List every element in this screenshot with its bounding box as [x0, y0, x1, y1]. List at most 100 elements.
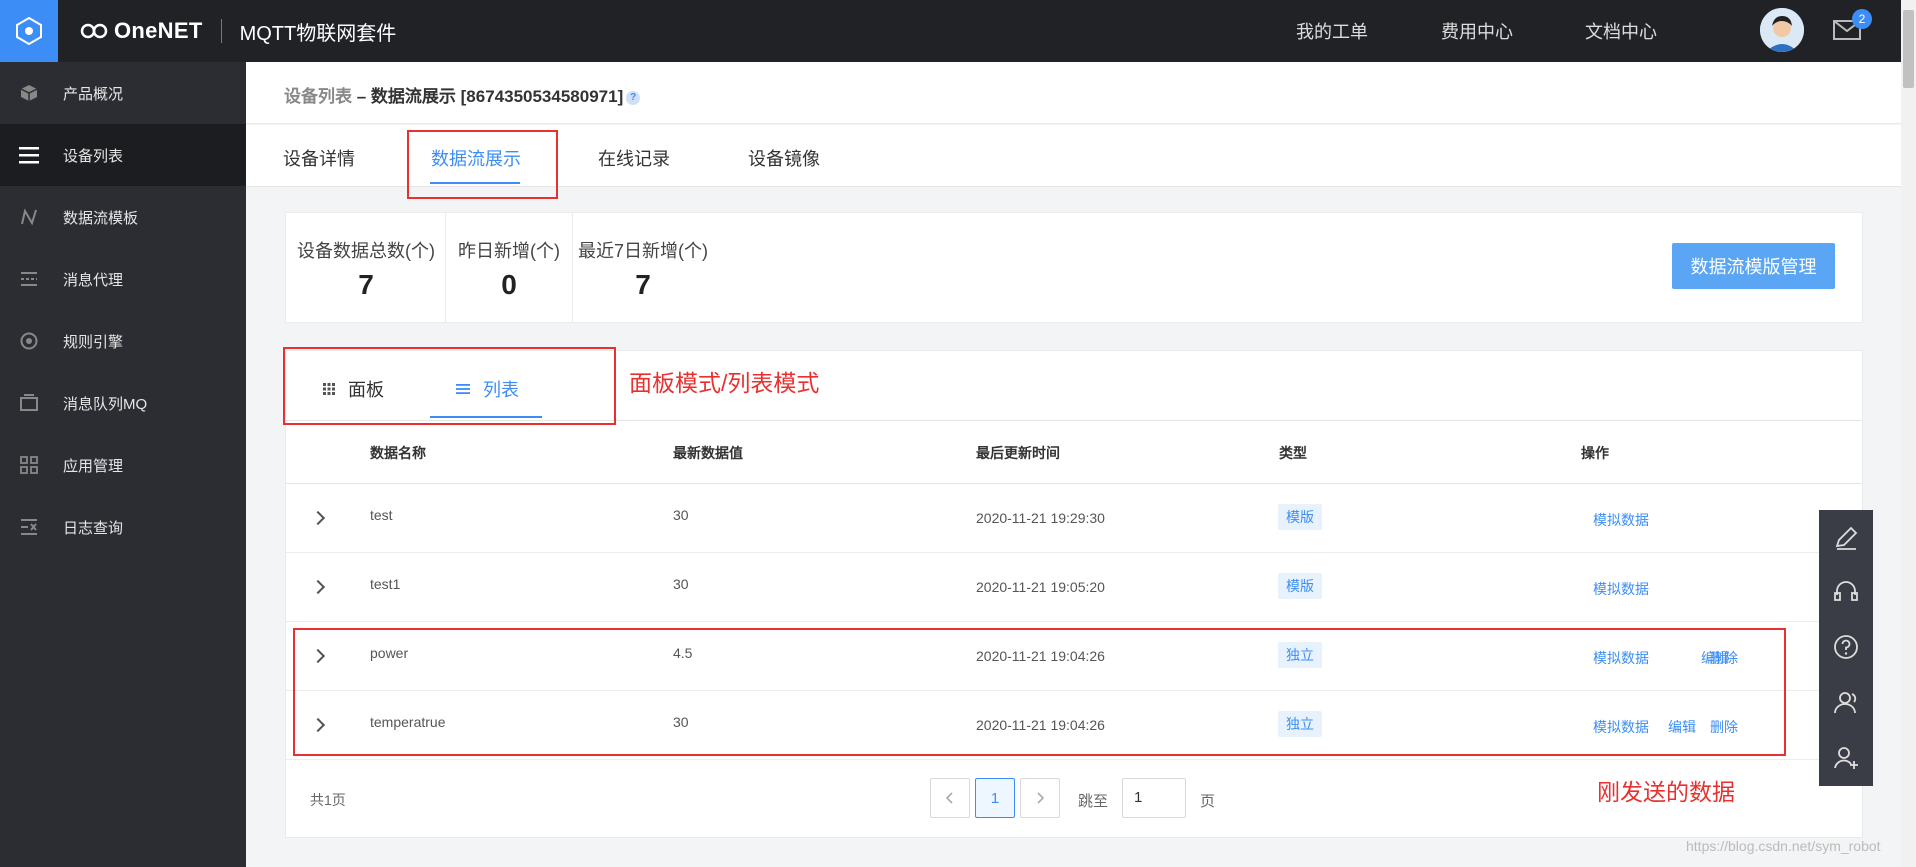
divider — [285, 621, 1863, 622]
brand: OneNET MQTT物联网套件 — [80, 0, 396, 62]
simulate-data-link[interactable]: 模拟数据 — [1593, 510, 1649, 530]
vertical-scrollbar[interactable] — [1901, 0, 1916, 867]
list-icon — [18, 144, 40, 166]
page-unit-label: 页 — [1200, 793, 1216, 810]
sidebar-item-product-overview[interactable]: 产品概况 — [0, 62, 246, 124]
column-header-name: 数据名称 — [370, 445, 426, 461]
product-name: MQTT物联网套件 — [239, 22, 397, 45]
page-jump-input[interactable]: 1 — [1122, 778, 1186, 818]
cell-time: 2020-11-21 19:29:30 — [976, 510, 1105, 526]
type-badge: 模版 — [1278, 504, 1322, 530]
sidebar-item-rules-engine[interactable]: 规则引擎 — [0, 310, 246, 372]
add-user-icon[interactable] — [1832, 743, 1860, 771]
chevron-left-icon — [945, 792, 953, 804]
breadcrumb-current: 数据流展示 [867435053458097​1] — [370, 87, 624, 106]
page-number-button[interactable]: 1 — [975, 778, 1015, 818]
apps-grid-icon — [18, 454, 40, 476]
sidebar-item-label: 消息队列MQ — [63, 395, 148, 413]
scrollbar-thumb[interactable] — [1903, 10, 1914, 88]
avatar[interactable] — [1760, 8, 1804, 52]
cell-name: test — [370, 507, 393, 523]
annotation-box-new-rows — [293, 628, 1786, 756]
breadcrumb: 设备列表 – 数据流展示 [867435053458097​1]? — [246, 62, 1901, 124]
annotation-box-tab — [407, 130, 558, 199]
column-header-type: 类型 — [1279, 445, 1307, 461]
cell-value: 30 — [673, 576, 689, 592]
sidebar-item-label: 消息代理 — [63, 271, 124, 289]
stat-last-7-days: 最近7日新增(个) 7 — [573, 213, 713, 322]
jump-label: 跳至 — [1078, 793, 1109, 810]
stat-label: 设备数据总数(个) — [297, 241, 435, 261]
sidebar-item-label: 日志查询 — [63, 519, 124, 537]
datastream-template-manage-button[interactable]: 数据流模版管理 — [1672, 243, 1835, 289]
user-avatar-icon — [1760, 8, 1804, 52]
sidebar-item-message-proxy[interactable]: 消息代理 — [0, 248, 246, 310]
breadcrumb-parent[interactable]: 设备列表 — [284, 87, 352, 106]
column-header-actions: 操作 — [1581, 445, 1609, 461]
column-header-latest-value: 最新数据值 — [673, 445, 743, 461]
headset-icon[interactable] — [1832, 578, 1860, 606]
sidebar-item-label: 数据流模板 — [63, 209, 139, 227]
sidebar-item-label: 设备列表 — [63, 147, 124, 165]
chevron-right-icon — [1037, 792, 1045, 804]
community-users-icon[interactable] — [1832, 688, 1860, 716]
home-logo[interactable] — [0, 0, 58, 62]
cube-icon — [18, 82, 40, 104]
page-title: 设备列表 – 数据流展示 [867435053458097​1]? — [284, 82, 641, 107]
next-page-button[interactable] — [1020, 778, 1060, 818]
annotation-mode-note: 面板模式/列表模式 — [629, 370, 820, 396]
sidebar-item-message-queue[interactable]: 消息队列MQ — [0, 372, 246, 434]
annotation-new-data-note: 刚发送的数据 — [1597, 779, 1735, 805]
floating-toolbar — [1819, 510, 1873, 786]
help-icon[interactable]: ? — [626, 90, 641, 105]
sidebar-item-datastream-template[interactable]: 数据流模板 — [0, 186, 246, 248]
stat-yesterday: 昨日新增(个) 0 — [446, 213, 572, 322]
mail-count-badge: 2 — [1852, 9, 1872, 29]
watermark: https://blog.csdn.net/sym_robot — [1686, 838, 1881, 854]
datastream-icon — [18, 206, 40, 228]
tab-device-shadow[interactable]: 设备镜像 — [748, 145, 820, 171]
cell-time: 2020-11-21 19:05:20 — [976, 579, 1105, 595]
cell-value: 30 — [673, 507, 689, 523]
sidebar-item-label: 应用管理 — [63, 457, 124, 475]
simulate-data-link[interactable]: 模拟数据 — [1593, 579, 1649, 599]
sidebar-item-app-management[interactable]: 应用管理 — [0, 434, 246, 496]
top-bar: OneNET MQTT物联网套件 我的工单 费用中心 文档中心 2 — [0, 0, 1916, 62]
queue-icon — [18, 392, 40, 414]
breadcrumb-separator: – — [352, 87, 371, 106]
stat-value: 7 — [635, 269, 651, 300]
sidebar-item-label: 产品概况 — [63, 85, 124, 103]
type-badge: 模版 — [1278, 573, 1322, 599]
log-icon — [18, 516, 40, 538]
column-header-update-time: 最后更新时间 — [976, 445, 1060, 461]
prev-page-button[interactable] — [930, 778, 970, 818]
stat-label: 最近7日新增(个) — [578, 241, 708, 261]
stat-value: 0 — [501, 269, 517, 300]
stat-value: 7 — [358, 269, 374, 300]
cell-name: test1 — [370, 576, 401, 592]
sidebar-item-label: 规则引擎 — [63, 333, 124, 351]
rules-icon — [18, 330, 40, 352]
sidebar-item-log-query[interactable]: 日志查询 — [0, 496, 246, 558]
page-total: 共1页 — [310, 792, 346, 808]
tab-device-detail[interactable]: 设备详情 — [283, 145, 355, 171]
onenet-logo-icon — [80, 23, 108, 39]
sidebar-item-device-list[interactable]: 设备列表 — [0, 124, 246, 186]
edit-pen-icon[interactable] — [1832, 524, 1860, 552]
divider — [285, 483, 1863, 484]
question-circle-icon[interactable] — [1832, 633, 1860, 661]
nav-my-tickets[interactable]: 我的工单 — [1296, 0, 1368, 62]
brand-divider — [220, 19, 222, 43]
annotation-box-view-modes — [283, 347, 616, 425]
brand-name: OneNET — [114, 18, 203, 43]
nav-billing[interactable]: 费用中心 — [1441, 0, 1513, 62]
hexagon-logo-icon — [16, 16, 42, 46]
message-proxy-icon — [18, 268, 40, 290]
stat-total: 设备数据总数(个) 7 — [286, 213, 446, 322]
sidebar: 产品概况 设备列表 数据流模板 消息代理 规则引擎 消息队列MQ 应用管理 日志… — [0, 62, 246, 867]
stat-label: 昨日新增(个) — [458, 241, 560, 261]
stats-panel: 设备数据总数(个) 7 昨日新增(个) 0 最近7日新增(个) 7 — [285, 212, 1863, 323]
tab-online-records[interactable]: 在线记录 — [598, 145, 670, 171]
divider — [285, 759, 1863, 760]
nav-docs[interactable]: 文档中心 — [1585, 0, 1657, 62]
